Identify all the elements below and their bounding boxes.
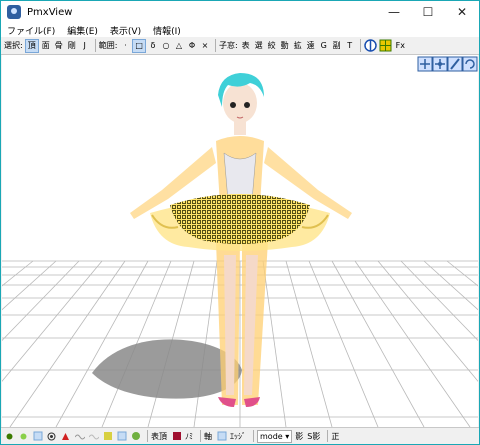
mode-dropdown[interactable]: mode ▾ [257,429,293,443]
model-shadow [92,339,242,399]
range-rect-button[interactable]: □ [132,38,146,53]
child-table-button[interactable]: 表 [240,39,252,53]
noise-button[interactable]: ﾉﾐ [185,431,193,442]
title-bar: PmxView — ☐ ✕ [1,1,479,23]
menu-info[interactable]: 情報(I) [153,24,181,37]
color-swatch-icon[interactable] [171,431,182,442]
fx-button[interactable]: Fx [394,39,407,53]
select-label: 選択: [4,41,23,50]
floor-grid [2,260,478,427]
child-select-button[interactable]: 選 [253,39,265,53]
app-icon [7,5,21,19]
range-clear-button[interactable]: × [199,39,211,53]
status-divider [253,430,254,442]
select-vertex-button[interactable]: 頂 [24,38,39,53]
wire-view-icon[interactable] [32,431,43,442]
range-phi-button[interactable]: Φ [186,39,198,53]
toolbar-divider [359,39,361,52]
select-bone-button[interactable]: 骨 [53,39,65,53]
minimize-button[interactable]: — [377,1,411,23]
app-window: PmxView — ☐ ✕ ファイル(F) 編集(E) 表示(V) 情報(I) … [0,0,480,445]
child-window-label: 子窓: [218,41,238,50]
move-view-icon[interactable] [417,56,433,72]
view-dot-icon[interactable] [4,431,15,442]
close-button[interactable]: ✕ [445,1,479,23]
status-divider [147,430,148,442]
select-face-button[interactable]: 面 [40,39,52,53]
front-view-button[interactable]: 正 [331,431,339,442]
child-t-button[interactable]: T [344,39,356,53]
wave-alt-icon[interactable] [88,431,99,442]
range-point-button[interactable]: · [119,39,131,53]
status-divider [200,430,201,442]
toolbar-divider [94,39,96,52]
status-divider [327,430,329,442]
red-triangle-icon[interactable] [60,431,71,442]
child-sub-button[interactable]: 副 [331,39,343,53]
range-triangle-button[interactable]: △ [173,39,185,53]
target-icon[interactable] [46,431,57,442]
wave-icon[interactable] [74,431,85,442]
range-delta-button[interactable]: δ [147,39,159,53]
menu-edit[interactable]: 編集(E) [67,24,98,37]
stripes-icon[interactable] [102,431,113,442]
menu-view[interactable]: 表示(V) [110,24,141,37]
child-far-button[interactable]: 遠 [305,39,317,53]
select-rigid-button[interactable]: 剛 [66,39,78,53]
display-vertex-button[interactable]: 表頂 [151,431,167,442]
window-controls: — ☐ ✕ [377,1,479,23]
view-mode-circle-icon[interactable] [364,39,378,53]
shadow-button[interactable]: 影 [295,431,303,442]
range-label: 範囲: [98,41,118,50]
edge-button[interactable]: ｴｯｼﾞ [230,431,246,442]
child-move-button[interactable]: 動 [279,39,291,53]
self-shadow-button[interactable]: S影 [307,431,320,442]
mode-label: mode [260,431,283,441]
window-title: PmxView [27,6,73,18]
toolbar-divider [214,39,216,52]
range-circle-button[interactable]: ○ [160,39,172,53]
number-icon[interactable] [216,431,227,442]
rotate-model-icon[interactable] [432,56,448,72]
select-joint-button[interactable]: J [79,39,91,53]
child-g-button[interactable]: G [318,39,330,53]
toolbar: 選択: 頂 面 骨 剛 J 範囲: · □ δ ○ △ Φ × 子窓: 表 選 … [1,37,479,55]
green-dot-icon[interactable] [18,431,29,442]
scale-view-icon[interactable] [447,56,463,72]
menu-file[interactable]: ファイル(F) [7,24,55,37]
axis-button[interactable]: 軸 [204,431,212,442]
3d-viewport[interactable] [2,55,478,427]
child-scale-button[interactable]: 拡 [292,39,304,53]
viewport-scene [2,56,478,427]
blue-square-icon[interactable] [116,431,127,442]
green-circle-icon[interactable] [130,431,141,442]
menu-bar: ファイル(F) 編集(E) 表示(V) 情報(I) [1,23,479,37]
status-bar: 表頂 ﾉﾐ 軸 ｴｯｼﾞ mode ▾ 影 S影 正 [1,427,479,444]
view-controls [417,56,478,72]
view-mode-grid-icon[interactable] [379,39,393,53]
child-filter-button[interactable]: 絞 [266,39,278,53]
reset-view-icon[interactable] [462,56,478,72]
maximize-button[interactable]: ☐ [411,1,445,23]
